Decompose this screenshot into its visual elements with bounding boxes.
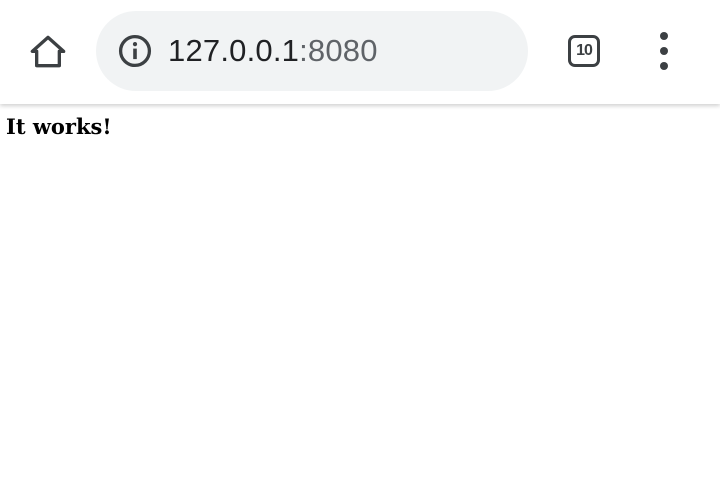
tab-count: 10 xyxy=(576,42,593,59)
info-icon xyxy=(118,34,152,68)
home-button[interactable] xyxy=(22,26,74,78)
home-icon xyxy=(30,35,66,68)
page-content: It works! xyxy=(0,106,720,486)
url-host: 127.0.0.1 xyxy=(168,33,300,68)
address-bar[interactable]: 127.0.0.1:8080 xyxy=(96,11,528,91)
tab-switcher-button[interactable]: 10 xyxy=(562,29,606,73)
site-info-button[interactable] xyxy=(116,32,154,70)
browser-toolbar: 127.0.0.1:8080 10 xyxy=(0,0,720,104)
tab-count-badge: 10 xyxy=(568,35,600,67)
more-vert-icon xyxy=(660,32,668,70)
menu-button[interactable] xyxy=(642,28,686,74)
url-text[interactable]: 127.0.0.1:8080 xyxy=(168,11,378,91)
url-port: :8080 xyxy=(299,33,378,68)
page-heading: It works! xyxy=(6,114,112,139)
